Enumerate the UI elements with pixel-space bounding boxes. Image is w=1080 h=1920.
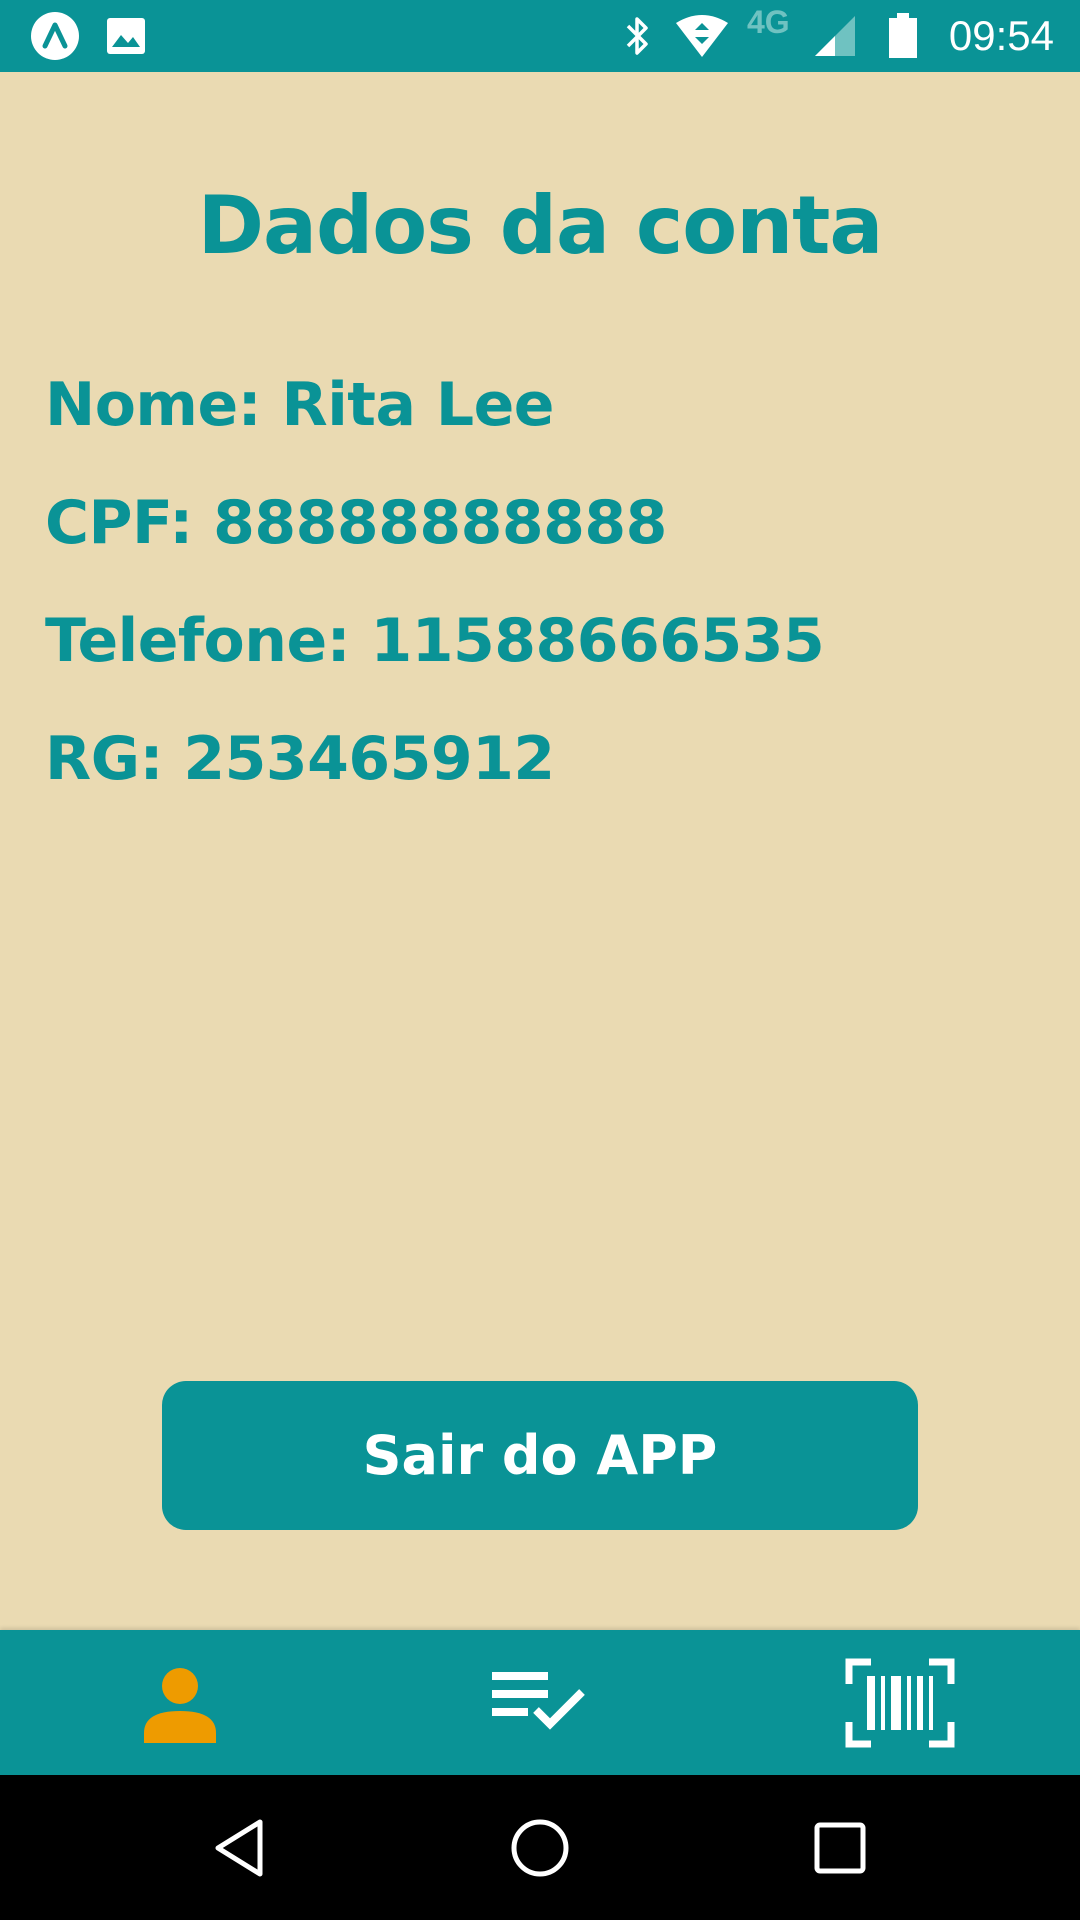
- bottom-navigation: [0, 1630, 1080, 1775]
- back-icon: [215, 1819, 263, 1876]
- home-icon: [511, 1819, 569, 1876]
- wifi-icon: [672, 0, 732, 72]
- checklist-icon: [492, 1671, 585, 1730]
- status-bar: 4G 09:54: [0, 0, 1080, 72]
- app-notification-icon: [28, 0, 82, 72]
- network-type-label: 4G: [747, 4, 790, 40]
- image-notification-icon: [104, 0, 148, 72]
- tab-account[interactable]: [0, 1630, 360, 1775]
- tab-checklist[interactable]: [360, 1630, 720, 1775]
- page-title: Dados da conta: [197, 179, 884, 272]
- account-name: Nome: Rita Lee: [45, 370, 554, 440]
- status-clock: 09:54: [948, 12, 1054, 59]
- system-navigation-bar: [0, 1775, 1080, 1920]
- barcode-scan-icon: [845, 1658, 955, 1747]
- battery-icon: [886, 0, 920, 72]
- account-rg: RG: 253465912: [45, 724, 555, 794]
- tab-barcode-scanner[interactable]: [720, 1630, 1080, 1775]
- cell-signal-icon: [812, 0, 858, 72]
- person-icon: [144, 1667, 216, 1743]
- home-button[interactable]: [440, 1775, 640, 1920]
- account-phone: Telefone: 11588666535: [45, 606, 825, 676]
- bluetooth-icon: [618, 0, 658, 72]
- recents-button[interactable]: [740, 1775, 940, 1920]
- back-button[interactable]: [140, 1775, 340, 1920]
- recents-icon: [814, 1822, 866, 1873]
- account-cpf: CPF: 88888888888: [45, 488, 667, 558]
- logout-button[interactable]: Sair do APP: [162, 1381, 918, 1530]
